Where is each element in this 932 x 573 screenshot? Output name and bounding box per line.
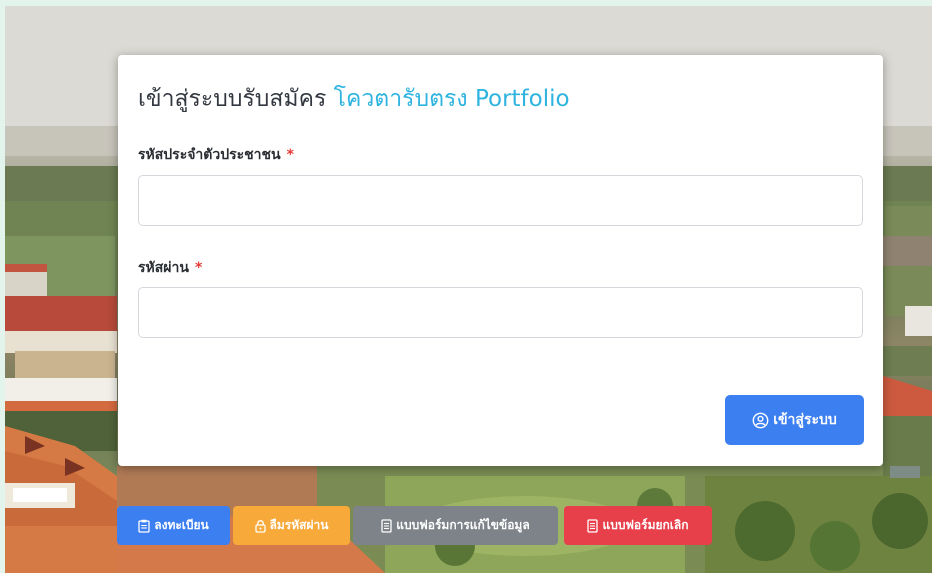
id-number-label-text: รหัสประจำตัวประชาชน	[138, 147, 281, 163]
cancel-form-button[interactable]: แบบฟอร์มยกเลิก	[564, 506, 712, 545]
action-buttons: ลงทะเบียน ลืมรหัสผ่าน แบบฟอร์มการแก้ไขข้…	[117, 506, 712, 545]
page: เข้าสู่ระบบรับสมัคร โควตารับตรง Portfoli…	[0, 0, 932, 573]
document-icon	[587, 518, 599, 533]
password-label-text: รหัสผ่าน	[138, 260, 189, 276]
forgot-password-label: ลืมรหัสผ่าน	[269, 518, 329, 532]
register-button[interactable]: ลงทะเบียน	[117, 506, 230, 545]
login-submit-label: เข้าสู่ระบบ	[773, 412, 837, 428]
password-label: รหัสผ่าน *	[138, 257, 202, 279]
edit-form-label: แบบฟอร์มการแก้ไขข้อมูล	[396, 518, 530, 532]
edit-form-button[interactable]: แบบฟอร์มการแก้ไขข้อมูล	[353, 506, 558, 545]
clipboard-icon	[138, 519, 150, 533]
required-asterisk: *	[194, 260, 203, 276]
register-label: ลงทะเบียน	[154, 518, 209, 532]
lock-icon	[254, 519, 266, 533]
forgot-password-button[interactable]: ลืมรหัสผ่าน	[233, 506, 350, 545]
login-title-accent: โควตารับตรง Portfolio	[333, 86, 570, 112]
id-number-input[interactable]	[138, 175, 863, 226]
login-title: เข้าสู่ระบบรับสมัคร โควตารับตรง Portfoli…	[138, 81, 570, 117]
login-title-prefix: เข้าสู่ระบบรับสมัคร	[138, 86, 327, 112]
login-submit-button[interactable]: เข้าสู่ระบบ	[725, 395, 864, 445]
required-asterisk: *	[286, 147, 294, 163]
id-number-label: รหัสประจำตัวประชาชน *	[138, 144, 294, 166]
login-card: เข้าสู่ระบบรับสมัคร โควตารับตรง Portfoli…	[118, 55, 883, 466]
password-input[interactable]	[138, 287, 863, 338]
cancel-form-label: แบบฟอร์มยกเลิก	[602, 518, 689, 532]
user-circle-icon	[752, 412, 769, 429]
document-icon	[381, 518, 392, 533]
